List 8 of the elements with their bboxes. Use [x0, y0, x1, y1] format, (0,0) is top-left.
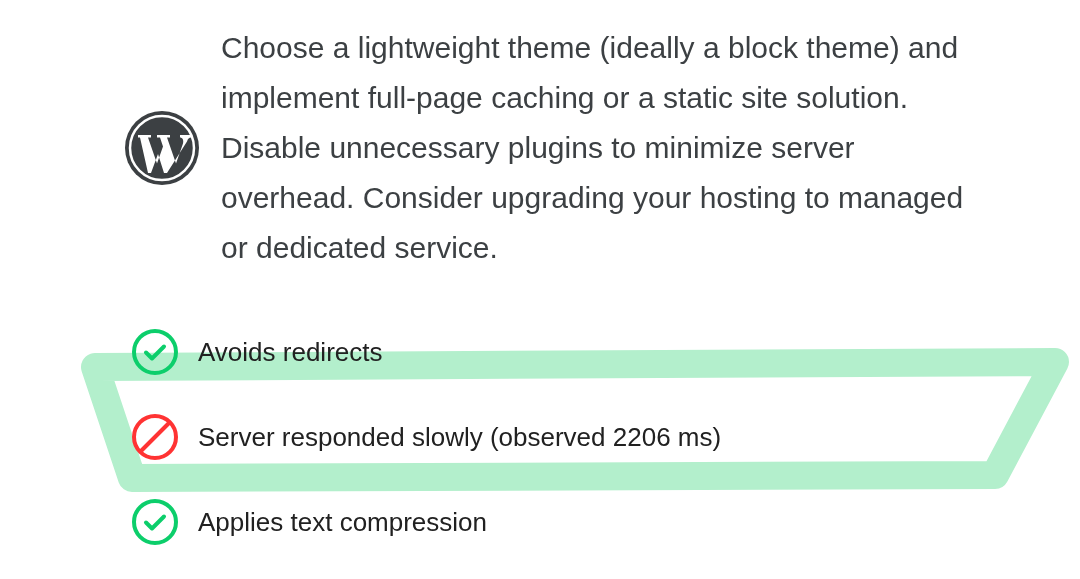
- wordpress-logo-icon: [125, 111, 199, 185]
- audit-label: Server responded slowly (observed 2206 ms): [198, 420, 722, 454]
- recommendation-text: Choose a lightweight theme (ideally a block theme) and implement full-page caching or a static site solution. Disable unnecessary plugins to minimize server overhead. Consider upgrading your hosting to managed or dedicated service.: [221, 30, 965, 266]
- check-circle-icon: [131, 328, 179, 376]
- audit-label: Avoids redirects: [198, 335, 383, 369]
- prohibited-icon: [131, 413, 179, 461]
- audit-label: Applies text compression: [198, 505, 488, 539]
- check-circle-icon: [131, 498, 179, 546]
